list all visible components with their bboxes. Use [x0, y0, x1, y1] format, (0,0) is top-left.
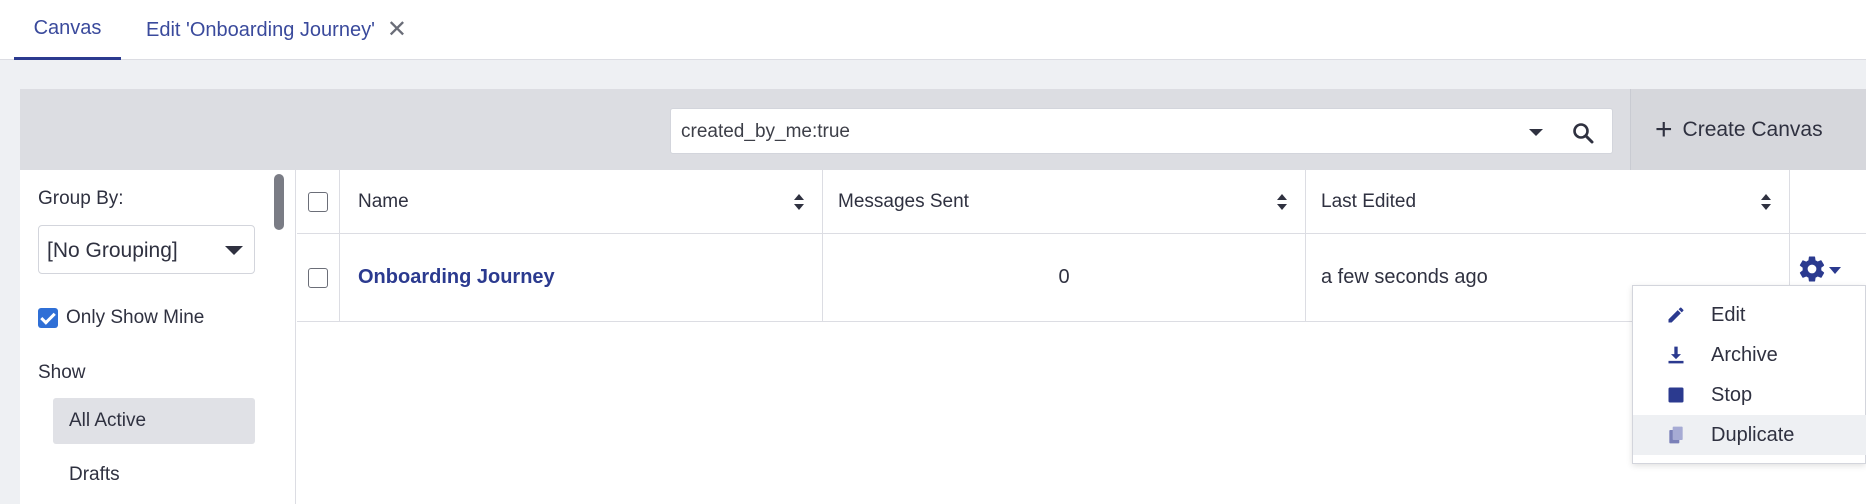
messages-sent-value: 0: [1058, 266, 1070, 288]
select-all-cell: [297, 170, 340, 233]
table-row: Onboarding Journey 0 a few seconds ago: [297, 234, 1866, 322]
column-header-name-label: Name: [358, 190, 409, 212]
sort-icon[interactable]: [1761, 193, 1771, 210]
create-canvas-label: Create Canvas: [1682, 117, 1823, 141]
checkbox-checked-icon[interactable]: [38, 308, 58, 328]
show-label: Show: [38, 362, 86, 383]
sort-icon[interactable]: [794, 193, 804, 210]
show-item-drafts[interactable]: Drafts: [53, 452, 255, 498]
menu-item-duplicate-label: Duplicate: [1711, 423, 1795, 446]
row-select-cell: [297, 234, 340, 321]
search-input[interactable]: created_by_me:true: [670, 108, 1613, 154]
row-checkbox[interactable]: [308, 267, 328, 288]
menu-item-stop[interactable]: Stop: [1633, 375, 1866, 415]
menu-item-edit-label: Edit: [1711, 303, 1746, 326]
menu-item-archive-label: Archive: [1711, 343, 1778, 366]
only-show-mine-checkbox[interactable]: Only Show Mine: [38, 307, 204, 329]
menu-item-edit[interactable]: Edit: [1633, 295, 1866, 335]
plus-icon: +: [1655, 112, 1673, 146]
canvas-name-link[interactable]: Onboarding Journey: [358, 266, 555, 289]
tab-canvas[interactable]: Canvas: [14, 0, 121, 60]
column-header-last-edited-label: Last Edited: [1321, 190, 1417, 212]
chevron-down-icon: [225, 246, 243, 255]
column-header-actions: [1790, 170, 1866, 233]
sort-icon[interactable]: [1277, 193, 1287, 210]
menu-item-archive[interactable]: Archive: [1633, 335, 1866, 375]
menu-item-duplicate[interactable]: Duplicate: [1633, 415, 1866, 455]
tab-bar: Canvas Edit 'Onboarding Journey' ✕: [0, 0, 1866, 60]
stop-icon: [1665, 384, 1687, 406]
copy-icon: [1665, 424, 1687, 446]
column-header-last-edited[interactable]: Last Edited: [1306, 170, 1790, 233]
close-icon[interactable]: ✕: [387, 18, 407, 42]
tab-canvas-label: Canvas: [33, 17, 102, 39]
menu-item-stop-label: Stop: [1711, 383, 1753, 406]
gear-icon[interactable]: [1797, 254, 1827, 284]
cell-name: Onboarding Journey: [340, 234, 823, 321]
column-header-messages-sent-label: Messages Sent: [838, 190, 969, 212]
cell-messages-sent: 0: [823, 234, 1306, 321]
tab-edit-label: Edit 'Onboarding Journey': [146, 18, 375, 41]
row-actions-menu: Edit Archive Stop Duplicate: [1632, 285, 1866, 464]
chevron-down-icon[interactable]: [1529, 129, 1543, 136]
select-all-checkbox[interactable]: [308, 191, 328, 212]
row-actions-button[interactable]: [1797, 254, 1841, 284]
group-by-value: [No Grouping]: [47, 239, 178, 262]
tab-edit-onboarding-journey[interactable]: Edit 'Onboarding Journey' ✕: [146, 0, 407, 60]
download-icon: [1665, 344, 1687, 366]
create-canvas-button[interactable]: + Create Canvas: [1630, 89, 1866, 170]
group-by-label: Group By:: [38, 188, 124, 209]
group-by-select[interactable]: [No Grouping]: [38, 225, 255, 274]
last-edited-value: a few seconds ago: [1321, 266, 1488, 288]
column-header-name[interactable]: Name: [340, 170, 823, 233]
search-icon[interactable]: [1571, 121, 1595, 145]
show-item-all-active[interactable]: All Active: [53, 398, 255, 444]
column-header-messages-sent[interactable]: Messages Sent: [823, 170, 1306, 233]
sidebar-scrollbar[interactable]: [274, 174, 284, 230]
search-input-value[interactable]: created_by_me:true: [681, 109, 850, 155]
caret-down-icon: [1829, 266, 1841, 274]
only-show-mine-label: Only Show Mine: [66, 307, 205, 328]
pencil-icon: [1665, 304, 1687, 326]
table-header: Name Messages Sent Last Edited: [297, 170, 1866, 234]
